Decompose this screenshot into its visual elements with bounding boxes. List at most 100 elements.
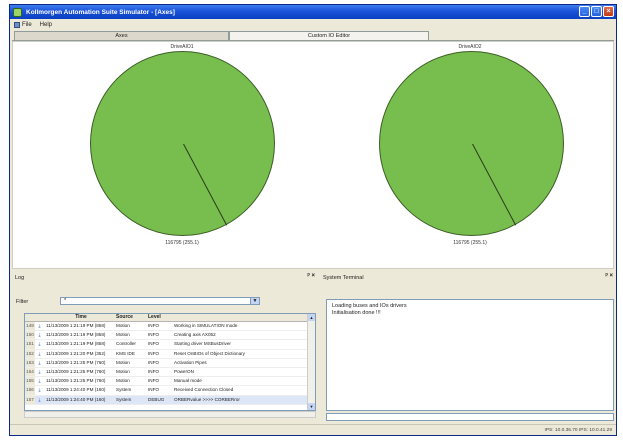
terminal-panel: System Terminal ᵖ × Loading buses and IO…: [320, 273, 616, 423]
row-type-icon: ⤓: [38, 387, 41, 393]
log-table[interactable]: Time Source Level 149 ⤓ 11/13/2009 1:21:19…: [24, 313, 316, 411]
drive-2-value: 116795 (255.1): [453, 240, 487, 246]
cell-message: Working in SIMULATION mode: [174, 323, 238, 328]
cell-message: ORBERvalue >>>> CORBERror: [174, 396, 240, 402]
row-type-icon: ⤓: [38, 323, 41, 328]
maximize-button[interactable]: □: [591, 6, 602, 17]
status-bar: IPS: 10.0.36.70 IPS: 10.0.41.29: [10, 424, 616, 435]
filter-value: *: [64, 298, 67, 304]
cell-message: PowerON: [174, 368, 194, 374]
cell-source: Controller: [116, 341, 136, 347]
cell-time: 11/13/2009 1:21:25 PM (760): [46, 368, 106, 374]
log-vertical-scrollbar[interactable]: ▲ ▼: [307, 314, 315, 410]
row-type-icon: ⤓: [38, 378, 41, 384]
drive-1-name: DriveAIO1: [170, 44, 194, 50]
table-row[interactable]: 151 ⤓ 11/13/2009 1:21:19 PM (858) Controlle…: [25, 340, 315, 350]
tab-axes[interactable]: Axes: [14, 31, 229, 40]
cell-message: Manual mode: [174, 378, 202, 384]
cell-level: INFO: [148, 378, 159, 384]
terminal-panel-header: System Terminal ᵖ ×: [320, 273, 616, 283]
cell-source: Motion: [116, 323, 130, 328]
cell-level: INFO: [148, 368, 159, 374]
cell-source: System: [116, 396, 132, 402]
drive-1-value: 116795 (255.1): [165, 240, 199, 246]
log-panel-title: Log: [15, 275, 25, 281]
row-number: 150: [25, 331, 35, 340]
row-type-icon: ⤓: [38, 350, 41, 356]
cell-time: 11/13/2009 1:21:25 PM (760): [46, 378, 106, 384]
log-table-header: Time Source Level: [25, 314, 315, 322]
table-row[interactable]: 152 ⤓ 11/13/2009 1:21:20 PM (352) KMS IDE IN…: [25, 349, 315, 359]
cell-level: INFO: [148, 332, 159, 338]
row-number: 155: [25, 377, 35, 386]
cell-time: 11/13/2009 1:21:19 PM (858): [46, 341, 106, 347]
table-row[interactable]: 153 ⤓ 11/13/2009 1:21:25 PM (760) Motion INF…: [25, 358, 315, 368]
drive-2-needle: [471, 143, 516, 226]
close-button[interactable]: ×: [603, 6, 614, 17]
menu-help[interactable]: Help: [36, 22, 56, 28]
cell-time: 11/13/2009 1:21:20 PM (352): [46, 350, 106, 356]
cell-message: Reset OnBIOs of Object Dictionary: [174, 350, 245, 356]
table-row[interactable]: 150 ⤓ 11/13/2009 1:21:19 PM (858) Motion INF…: [25, 331, 315, 341]
table-row[interactable]: 156 ⤓ 11/13/2009 1:24:40 PM (160) System INF…: [25, 386, 315, 396]
menu-file[interactable]: File: [10, 21, 36, 28]
col-source[interactable]: Source: [116, 314, 148, 321]
terminal-panel-title: System Terminal: [323, 275, 364, 281]
cell-level: INFO: [148, 359, 159, 365]
row-type-icon: ⤓: [38, 368, 41, 374]
col-level[interactable]: Level: [148, 314, 174, 321]
tab-custom-io-editor[interactable]: Custom IO Editor: [229, 31, 429, 40]
cell-time: 11/13/2009 1:24:40 PM (160): [46, 396, 106, 402]
terminal-output[interactable]: Loading buses and IOs drivers Initialisa…: [326, 299, 614, 411]
row-type-icon: ⤓: [38, 332, 41, 338]
log-horizontal-scrollbar[interactable]: [24, 411, 316, 418]
window-title: Kollmorgen Automation Suite Simulator - …: [26, 8, 175, 16]
document-tabs: Axes Custom IO Editor: [12, 30, 614, 41]
app-menu-icon: [14, 21, 20, 28]
cell-source: Motion: [116, 359, 130, 365]
table-row[interactable]: 155 ⤓ 11/13/2009 1:21:25 PM (760) Motion INF…: [25, 377, 315, 387]
col-time[interactable]: Time: [44, 314, 116, 321]
menu-bar: File Help: [10, 19, 616, 30]
table-row[interactable]: 157 ⤓ 11/13/2009 1:24:40 PM (160) System DEB…: [25, 395, 315, 405]
log-panel-controls[interactable]: ᵖ ×: [307, 273, 315, 279]
drive-1-needle: [182, 143, 227, 226]
row-number: 149: [25, 322, 35, 331]
app-icon: [13, 7, 22, 17]
cell-time: 11/13/2009 1:21:19 PM (858): [46, 323, 106, 328]
cell-level: DEBUG: [148, 396, 165, 402]
terminal-input[interactable]: [326, 413, 614, 421]
cell-source: KMS IDE: [116, 350, 135, 356]
row-type-icon: ⤓: [38, 396, 41, 402]
drive-2-position-dial: [379, 51, 564, 236]
window-controls: _ □ ×: [579, 6, 614, 17]
cell-message: Starting driver MSBusDriver: [174, 341, 231, 347]
filter-combobox[interactable]: * ▼: [60, 297, 260, 305]
table-row[interactable]: 154 ⤓ 11/13/2009 1:21:25 PM (760) Motion INF…: [25, 367, 315, 378]
cell-level: INFO: [148, 350, 159, 356]
menu-file-label: File: [22, 21, 32, 28]
minimize-button[interactable]: _: [579, 6, 590, 17]
cell-level: INFO: [148, 387, 159, 393]
cell-source: System: [116, 387, 132, 393]
cell-message: Activation Pipes: [174, 359, 207, 365]
terminal-panel-controls[interactable]: ᵖ ×: [605, 273, 613, 279]
cell-time: 11/13/2009 1:21:25 PM (760): [46, 359, 106, 365]
cell-source: Motion: [116, 368, 130, 374]
cell-message: Received Connection Closed: [174, 387, 234, 393]
row-number: 157: [25, 395, 35, 404]
row-number: 156: [25, 386, 35, 395]
filter-label: Filter: [16, 298, 29, 305]
cell-source: Motion: [116, 378, 130, 384]
terminal-line: Initialisation done !!!: [332, 310, 381, 316]
axes-view: DriveAIO1 116795 (255.1) DriveAIO2 11679…: [12, 41, 614, 269]
chevron-down-icon[interactable]: ▼: [250, 298, 259, 304]
cell-source: Motion: [116, 332, 130, 338]
title-bar[interactable]: Kollmorgen Automation Suite Simulator - …: [10, 5, 616, 19]
cell-time: 11/13/2009 1:24:40 PM (160): [46, 387, 106, 393]
table-row[interactable]: 149 ⤓ 11/13/2009 1:21:19 PM (858) Motion INF…: [25, 322, 315, 332]
row-number: 153: [25, 358, 35, 367]
scroll-down-icon[interactable]: ▼: [308, 403, 315, 410]
main-window: Kollmorgen Automation Suite Simulator - …: [9, 4, 617, 436]
scroll-up-icon[interactable]: ▲: [308, 314, 315, 321]
